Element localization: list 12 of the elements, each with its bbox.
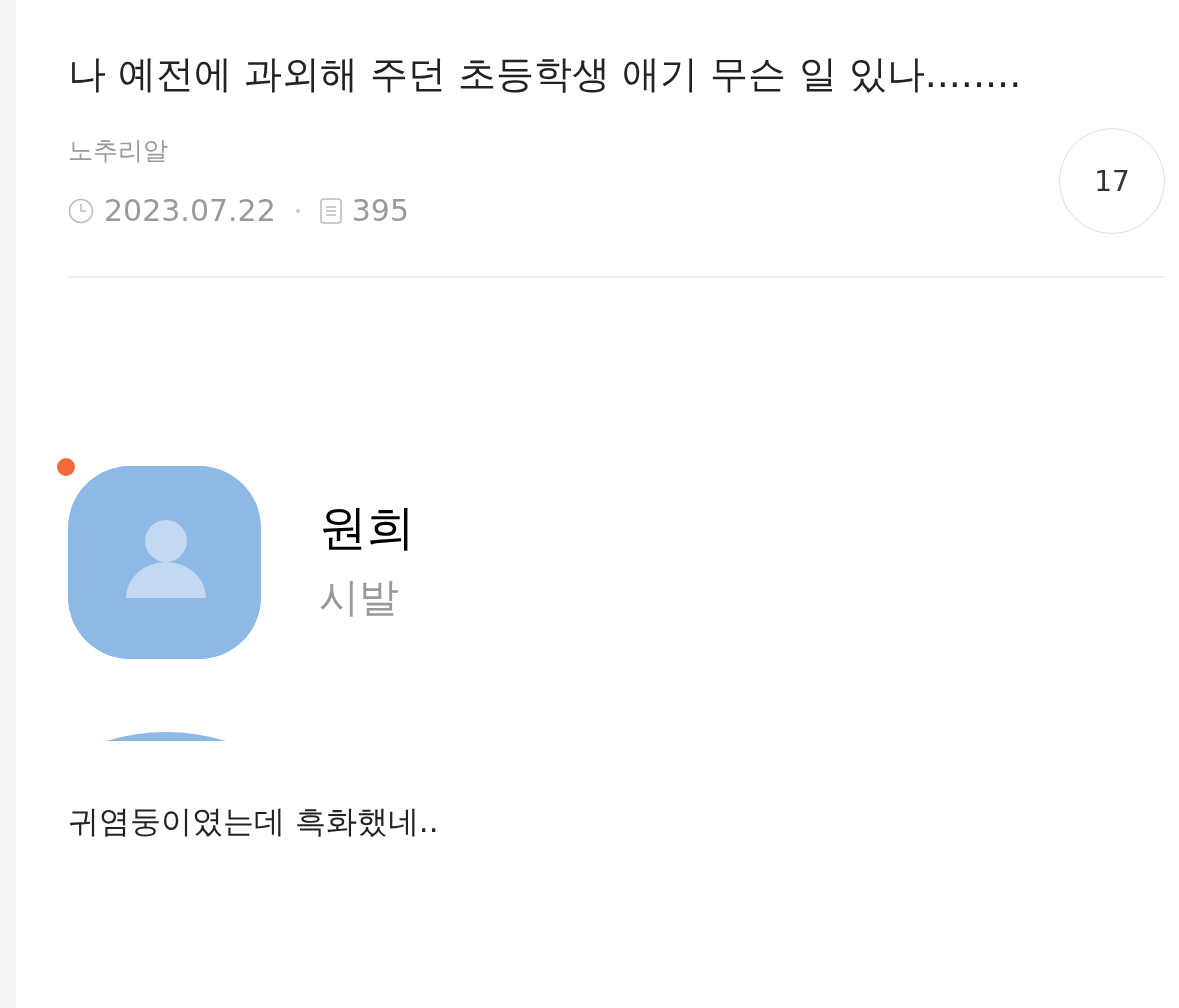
avatar-icon	[106, 729, 226, 741]
view-count: 395	[351, 193, 410, 228]
comment-count-button[interactable]: 17	[1059, 128, 1165, 234]
post-title: 나 예전에 과외해 주던 초등학생 애기 무슨 일 있나........	[68, 51, 1023, 98]
contact-name: 원희	[319, 498, 415, 557]
comment-text: 귀염둥이였는데 흑화했네..	[68, 802, 440, 841]
avatar-icon	[68, 466, 261, 659]
contact-status: 시발	[319, 573, 400, 622]
post-date: 2023.07.22	[104, 193, 276, 228]
clock-icon	[68, 197, 94, 224]
separator-dot	[295, 208, 300, 213]
document-icon	[319, 197, 342, 224]
